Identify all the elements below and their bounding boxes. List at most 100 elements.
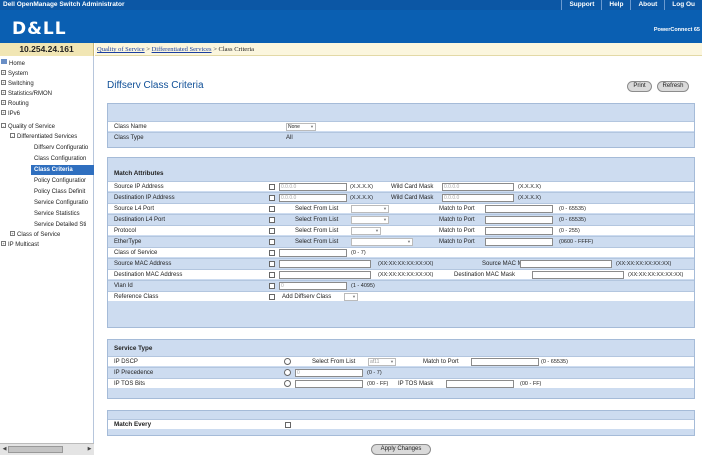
class-name-value: None: [288, 124, 300, 130]
ethertype-select[interactable]: ▼: [351, 238, 413, 246]
dst-l4-checkbox[interactable]: [269, 217, 275, 223]
print-button[interactable]: Print: [627, 81, 652, 92]
src-l4-port-input[interactable]: [485, 205, 553, 213]
precedence-radio[interactable]: [284, 369, 291, 376]
src-ip-input[interactable]: 0.0.0.0: [279, 183, 347, 191]
cos-input[interactable]: [279, 249, 347, 257]
ref-class-checkbox[interactable]: [269, 294, 275, 300]
ethertype-checkbox[interactable]: [269, 239, 275, 245]
add-diffserv-select[interactable]: ▼: [344, 293, 358, 301]
src-mac-checkbox[interactable]: [269, 261, 275, 267]
precedence-label: IP Precedence: [114, 370, 154, 376]
expand-icon[interactable]: +: [1, 100, 6, 105]
nav-item-label: IP Multicast: [8, 242, 39, 248]
src-l4-range: (0 - 65535): [559, 206, 586, 212]
ethertype-port-input[interactable]: [485, 238, 553, 246]
logout-link[interactable]: Log Ou: [664, 0, 702, 10]
ref-class-label: Reference Class: [114, 294, 159, 300]
nav-item-routing[interactable]: + Routing: [1, 99, 29, 109]
match-every-checkbox[interactable]: [285, 422, 291, 428]
vlan-input[interactable]: 0: [279, 282, 347, 290]
collapse-icon[interactable]: -: [1, 123, 6, 128]
protocol-select-label: Select From List: [295, 228, 339, 234]
tos-radio[interactable]: [284, 380, 291, 387]
expand-icon[interactable]: +: [1, 70, 6, 75]
expand-icon[interactable]: +: [1, 90, 6, 95]
nav-item-statistics[interactable]: + Statistics/RMON: [1, 89, 52, 99]
dst-l4-select[interactable]: ▼: [351, 216, 389, 224]
breadcrumb-diffserv-link[interactable]: Differentiated Services: [152, 46, 212, 53]
src-mac-mask-input[interactable]: [520, 260, 612, 268]
nav-item-class-config[interactable]: Class Configuration: [34, 154, 94, 164]
help-link[interactable]: Help: [601, 0, 630, 10]
nav-item-service-detailed[interactable]: Service Detailed Sti: [34, 220, 94, 230]
nav-item-label: IPv6: [8, 111, 21, 117]
nav-item-policy-config[interactable]: Policy Configuratior: [34, 176, 94, 186]
scrollbar-thumb[interactable]: [8, 446, 63, 453]
match-every-label: Match Every: [114, 421, 152, 428]
dst-ip-checkbox[interactable]: [269, 195, 275, 201]
nav-item-label: System: [8, 71, 29, 77]
nav-item-diffserv[interactable]: - Differentiated Services: [10, 132, 77, 142]
dscp-select[interactable]: af11 ▼: [368, 358, 396, 366]
banner: D&LL PowerConnect 65: [0, 10, 702, 43]
scroll-right-icon[interactable]: ▶: [86, 446, 93, 453]
vlan-checkbox[interactable]: [269, 283, 275, 289]
src-l4-select-label: Select From List: [295, 206, 339, 212]
src-l4-select[interactable]: ▼: [351, 205, 389, 213]
nav-item-switching[interactable]: + Switching: [1, 79, 34, 89]
breadcrumb-separator: >: [144, 46, 152, 53]
tos-range: (00 - FF): [367, 381, 389, 387]
dst-mac-checkbox[interactable]: [269, 272, 275, 278]
refresh-button[interactable]: Refresh: [657, 81, 689, 92]
support-link[interactable]: Support: [561, 0, 601, 10]
about-link[interactable]: About: [630, 0, 664, 10]
nav-item-service-stats[interactable]: Service Statistics: [34, 209, 94, 219]
nav-item-label: Home: [9, 61, 26, 67]
nav-item-diffserv-config[interactable]: Diffserv Configuratio: [34, 143, 94, 153]
nav-item-service-config[interactable]: Service Configuratio: [34, 198, 94, 208]
protocol-checkbox[interactable]: [269, 228, 275, 234]
expand-icon[interactable]: +: [1, 80, 6, 85]
apply-changes-button[interactable]: Apply Changes: [371, 444, 431, 455]
ethertype-range: (0600 - FFFF): [559, 239, 594, 245]
dst-wildcard-input[interactable]: 0.0.0.0: [442, 194, 514, 202]
class-name-select[interactable]: None ▼: [286, 123, 316, 131]
collapse-icon[interactable]: -: [10, 133, 15, 138]
nav-item-qos[interactable]: - Quality of Service: [1, 122, 55, 132]
src-l4-checkbox[interactable]: [269, 206, 275, 212]
nav-item-policy-class-def[interactable]: Policy Class Definit: [34, 187, 94, 197]
dst-l4-port-input[interactable]: [485, 216, 553, 224]
expand-icon[interactable]: +: [10, 231, 15, 236]
cos-checkbox[interactable]: [269, 250, 275, 256]
src-wildcard-input[interactable]: 0.0.0.0: [442, 183, 514, 191]
breadcrumb-qos-link[interactable]: Quality of Service: [97, 46, 145, 53]
nav-item-cos[interactable]: + Class of Service: [10, 230, 60, 240]
nav-item-home[interactable]: Home: [1, 59, 25, 69]
dst-mac-mask-input[interactable]: [532, 271, 624, 279]
nav-item-multicast[interactable]: + IP Multicast: [1, 240, 39, 250]
dscp-port-input[interactable]: [471, 358, 539, 366]
nav-item-ipv6[interactable]: + IPv6: [1, 109, 20, 119]
tos-mask-input[interactable]: [446, 380, 514, 388]
vlan-row: Vlan Id 0 (1 - 4095): [108, 280, 694, 290]
nav-horizontal-scrollbar[interactable]: ◀ ▶: [0, 443, 94, 455]
dst-mac-input[interactable]: [279, 271, 371, 279]
expand-icon[interactable]: +: [1, 110, 6, 115]
ethertype-row: EtherType Select From List ▼ Match to Po…: [108, 236, 694, 246]
tos-row: IP TOS Bits (00 - FF) IP TOS Mask (00 - …: [108, 378, 694, 388]
tos-input[interactable]: [295, 380, 363, 388]
dst-ip-input[interactable]: 0.0.0.0: [279, 194, 347, 202]
protocol-select[interactable]: ▼: [351, 227, 381, 235]
nav-item-class-criteria[interactable]: Class Criteria: [31, 165, 94, 175]
expand-icon[interactable]: +: [1, 241, 6, 246]
scroll-left-icon[interactable]: ◀: [1, 446, 8, 453]
precedence-input[interactable]: 0: [295, 369, 363, 377]
src-mac-input[interactable]: [279, 260, 371, 268]
nav-item-system[interactable]: + System: [1, 69, 28, 79]
protocol-port-input[interactable]: [485, 227, 553, 235]
src-ip-checkbox[interactable]: [269, 184, 275, 190]
nav-item-label: Routing: [8, 101, 29, 107]
dst-ip-hint: (X.X.X.X): [350, 195, 373, 201]
dscp-radio[interactable]: [284, 358, 291, 365]
